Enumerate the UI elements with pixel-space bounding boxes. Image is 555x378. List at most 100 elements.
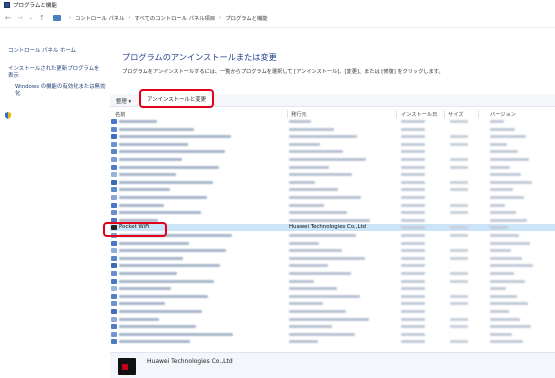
column-header-installed-on[interactable]: インストール日 — [401, 111, 437, 118]
table-row[interactable] — [110, 141, 555, 148]
blurred-version — [490, 165, 510, 169]
table-row[interactable] — [110, 232, 555, 239]
blurred-date — [401, 249, 425, 253]
table-row[interactable] — [110, 217, 555, 224]
table-row[interactable] — [110, 285, 555, 292]
blurred-name — [119, 150, 225, 154]
blurred-publisher — [289, 150, 343, 154]
up-arrow-icon[interactable]: ↑ — [39, 14, 45, 22]
blurred-publisher — [289, 287, 337, 291]
breadcrumb-programs-features[interactable]: プログラムと機能 — [225, 14, 267, 22]
details-pane: Huawei Technologies Co.,Ltd — [110, 352, 555, 378]
blurred-publisher — [289, 264, 328, 268]
breadcrumb-separator-icon: › — [68, 15, 72, 21]
program-icon — [111, 301, 117, 307]
column-divider[interactable] — [396, 110, 397, 118]
program-icon — [111, 141, 117, 147]
column-header-publisher[interactable]: 発行元 — [291, 111, 307, 118]
table-row[interactable] — [110, 293, 555, 300]
program-icon — [111, 187, 117, 193]
blurred-name — [119, 120, 157, 123]
column-header-size[interactable]: サイズ — [448, 111, 463, 118]
forward-arrow-icon[interactable]: → — [17, 14, 23, 22]
table-row[interactable] — [110, 171, 555, 178]
blurred-name — [119, 196, 207, 199]
program-icon — [111, 126, 117, 132]
blurred-size — [450, 272, 468, 275]
table-row[interactable] — [110, 148, 555, 155]
table-row[interactable] — [110, 278, 555, 285]
table-row[interactable] — [110, 308, 555, 315]
blurred-version — [490, 180, 532, 184]
column-divider[interactable] — [478, 110, 479, 118]
blurred-name — [119, 188, 170, 192]
blurred-date — [401, 127, 425, 131]
shield-icon — [5, 112, 11, 119]
column-divider[interactable] — [444, 110, 445, 118]
table-row[interactable] — [110, 133, 555, 140]
table-row[interactable] — [110, 255, 555, 262]
program-icon — [111, 179, 117, 185]
organize-menu[interactable]: 整理 ▾ — [116, 97, 131, 105]
program-icon — [111, 172, 117, 178]
sidebar-item-control-panel-home[interactable]: コントロール パネル ホーム — [8, 48, 108, 55]
address-bar[interactable]: ← → ⌄ ↑ › コントロール パネル › すべてのコントロール パネル項目 … — [0, 9, 555, 28]
blurred-publisher — [289, 158, 366, 161]
uninstall-change-button[interactable]: アンインストールと変更 — [139, 89, 214, 108]
blurred-version — [490, 196, 524, 199]
blurred-name — [119, 272, 177, 275]
program-icon — [111, 293, 117, 299]
breadcrumb-separator-icon: › — [128, 15, 131, 21]
blurred-date — [401, 180, 425, 184]
program-icon — [111, 248, 117, 254]
back-arrow-icon[interactable]: ← — [5, 14, 11, 22]
table-row[interactable] — [110, 179, 555, 186]
blurred-version — [490, 234, 519, 237]
table-row[interactable] — [110, 118, 555, 125]
table-row[interactable] — [110, 194, 555, 201]
table-row[interactable] — [110, 209, 555, 216]
table-row[interactable] — [110, 316, 555, 323]
blurred-version — [490, 142, 507, 146]
program-icon — [111, 316, 117, 322]
blurred-name — [119, 173, 176, 177]
command-toolbar: 整理 ▾ アンインストールと変更 — [110, 89, 555, 108]
table-row[interactable] — [110, 247, 555, 254]
table-row-pocket-wifi[interactable]: Pocket WiFi Huawei Technologies Co.,Ltd — [110, 224, 555, 232]
column-divider[interactable] — [287, 110, 288, 118]
blurred-version — [490, 287, 506, 291]
blurred-version — [490, 302, 528, 306]
table-row[interactable] — [110, 240, 555, 247]
table-row[interactable] — [110, 270, 555, 277]
blurred-version — [490, 279, 525, 283]
program-icon — [111, 309, 117, 314]
table-row[interactable] — [110, 338, 555, 345]
table-row[interactable] — [110, 164, 555, 171]
details-publisher: Huawei Technologies Co.,Ltd — [147, 358, 233, 365]
breadcrumb-all-items[interactable]: すべてのコントロール パネル項目 — [135, 14, 216, 22]
blurred-version — [490, 127, 515, 131]
breadcrumb-control-panel[interactable]: コントロール パネル — [75, 14, 124, 22]
table-row[interactable] — [110, 262, 555, 269]
program-icon — [111, 134, 117, 140]
column-header-name[interactable]: 名前 — [115, 111, 125, 118]
sidebar-item-view-updates[interactable]: インストールされた更新プログラムを表示 — [8, 66, 102, 80]
column-header-version[interactable]: バージョン — [490, 111, 516, 118]
blurred-name — [119, 203, 164, 207]
table-row[interactable] — [110, 126, 555, 133]
blurred-publisher — [289, 142, 320, 146]
recent-chevron-icon[interactable]: ⌄ — [29, 15, 33, 21]
blurred-publisher — [289, 120, 311, 123]
table-row[interactable] — [110, 186, 555, 193]
window-titlebar: プログラムと機能 — [0, 0, 555, 9]
sidebar-item-windows-features[interactable]: Windows の機能の有効化または無効化 — [15, 84, 107, 98]
table-row[interactable] — [110, 331, 555, 338]
blurred-date — [401, 234, 425, 237]
table-row[interactable] — [110, 202, 555, 209]
blurred-version — [490, 226, 508, 230]
table-row[interactable] — [110, 300, 555, 307]
blurred-publisher — [289, 310, 346, 313]
table-row[interactable] — [110, 323, 555, 330]
blurred-date — [401, 287, 425, 291]
table-row[interactable] — [110, 156, 555, 163]
